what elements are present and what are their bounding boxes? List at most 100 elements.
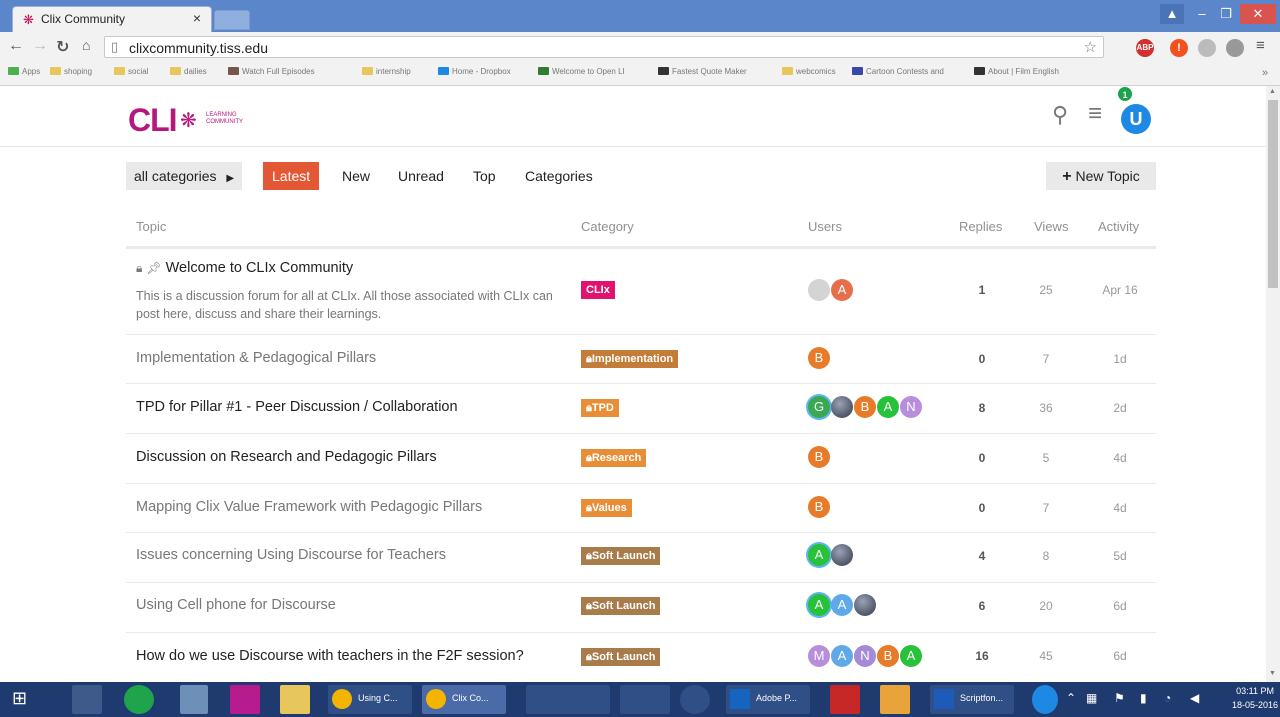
minimize-icon[interactable]: – xyxy=(1190,4,1214,24)
windows-start-icon[interactable]: ⊞ xyxy=(12,688,27,709)
topic-title[interactable]: Issues concerning Using Discourse for Te… xyxy=(136,547,446,563)
avatar[interactable]: B xyxy=(877,645,899,667)
avatar[interactable]: B xyxy=(808,347,830,369)
avatar[interactable] xyxy=(831,544,853,566)
category-badge[interactable]: CLIx xyxy=(581,281,615,299)
bookmark-link[interactable]: Welcome to Open LI xyxy=(538,67,625,76)
utorrent-icon[interactable] xyxy=(124,685,154,714)
bookmark-link[interactable]: Home - Dropbox xyxy=(438,67,511,76)
table-row[interactable]: Mapping Clix Value Framework with Pedago… xyxy=(126,484,1156,533)
reload-icon[interactable]: ↻ xyxy=(56,37,69,57)
activity-time[interactable]: 2d xyxy=(1095,401,1145,415)
avatar[interactable] xyxy=(808,279,830,301)
avatar[interactable]: A xyxy=(831,594,853,616)
avatar[interactable]: A xyxy=(900,645,922,667)
tab-new[interactable]: New xyxy=(333,162,379,190)
table-row[interactable]: How do we use Discourse with teachers in… xyxy=(126,633,1156,682)
avatar[interactable]: N xyxy=(854,645,876,667)
taskbar-chrome-active[interactable]: Clix Co... xyxy=(422,685,506,714)
col-header-activity[interactable]: Activity xyxy=(1098,219,1139,234)
tray-expand-icon[interactable]: ⌃ xyxy=(1066,691,1076,705)
scroll-down-icon[interactable]: ▼ xyxy=(1269,670,1276,677)
search-icon[interactable]: ⚲ xyxy=(1052,102,1068,128)
folder-icon[interactable] xyxy=(280,685,310,714)
new-topic-button[interactable]: + New Topic xyxy=(1046,162,1156,190)
avatar[interactable]: A xyxy=(808,544,830,566)
file-explorer-icon[interactable] xyxy=(72,685,102,714)
help-icon[interactable] xyxy=(1032,685,1058,714)
bookmark-folder[interactable]: webcomics xyxy=(782,67,836,76)
category-badge[interactable]: 🔒︎Research xyxy=(581,449,647,467)
activity-time[interactable]: 6d xyxy=(1095,649,1145,663)
category-badge[interactable]: 🔒︎Soft Launch xyxy=(581,547,661,565)
notification-badge[interactable]: 1 xyxy=(1117,86,1133,102)
category-badge[interactable]: 🔒︎Implementation xyxy=(581,350,679,368)
close-window-icon[interactable]: ✕ xyxy=(1240,4,1276,24)
adblock-icon[interactable]: ABP xyxy=(1136,39,1154,57)
drive-extension-icon[interactable] xyxy=(1198,39,1216,57)
avatar[interactable]: B xyxy=(808,446,830,468)
bookmark-folder[interactable]: social xyxy=(114,67,148,76)
topic-title[interactable]: TPD for Pillar #1 - Peer Discussion / Co… xyxy=(136,399,458,415)
col-header-category[interactable]: Category xyxy=(581,219,634,234)
hamburger-menu-icon[interactable]: ≡ xyxy=(1088,100,1102,128)
table-row[interactable]: Using Cell phone for Discourse 🔒︎Soft La… xyxy=(126,583,1156,633)
tab-unread[interactable]: Unread xyxy=(389,162,453,190)
taskbar-app[interactable] xyxy=(680,685,710,714)
address-bar[interactable]: ▯ clixcommunity.tiss.edu ☆ xyxy=(104,36,1104,58)
taskbar-app[interactable] xyxy=(880,685,910,714)
user-avatar[interactable]: U xyxy=(1121,104,1151,134)
calculator-icon[interactable] xyxy=(180,685,208,714)
bookmark-apps[interactable]: Apps xyxy=(8,67,40,76)
avatar[interactable] xyxy=(831,396,853,418)
table-row[interactable]: TPD for Pillar #1 - Peer Discussion / Co… xyxy=(126,384,1156,434)
category-badge[interactable]: 🔒︎Soft Launch xyxy=(581,597,661,615)
bookmark-folder[interactable]: dailies xyxy=(170,67,207,76)
tab-top[interactable]: Top xyxy=(464,162,505,190)
tab-close-icon[interactable]: × xyxy=(193,10,201,26)
taskbar-chrome-window[interactable]: Using C... xyxy=(328,685,412,714)
table-row[interactable]: Implementation & Pedagogical Pillars 🔒︎I… xyxy=(126,335,1156,384)
wifi-icon[interactable]: ◔ xyxy=(1164,691,1171,705)
category-badge[interactable]: 🔒︎Values xyxy=(581,499,632,517)
scroll-up-icon[interactable]: ▲ xyxy=(1269,88,1276,95)
network-icon[interactable]: ▦ xyxy=(1086,691,1097,705)
topic-title[interactable]: Using Cell phone for Discourse xyxy=(136,597,336,613)
bookmark-folder[interactable]: internship xyxy=(362,67,411,76)
avatar[interactable]: A xyxy=(831,645,853,667)
category-dropdown[interactable]: all categories ▶ xyxy=(126,162,243,190)
clix-logo[interactable]: CLI xyxy=(128,102,178,139)
chrome-menu-icon[interactable]: ≡ xyxy=(1256,37,1265,54)
activity-time[interactable]: 6d xyxy=(1095,599,1145,613)
category-badge[interactable]: 🔒︎TPD xyxy=(581,399,619,417)
avatar[interactable]: N xyxy=(900,396,922,418)
taskbar-notepad[interactable] xyxy=(526,685,610,714)
volume-icon[interactable]: ◀ xyxy=(1190,691,1199,705)
bookmark-link[interactable]: Watch Full Episodes xyxy=(228,67,315,76)
bookmark-link[interactable]: About | Film English xyxy=(974,67,1059,76)
activity-time[interactable]: 4d xyxy=(1095,451,1145,465)
back-icon[interactable]: ← xyxy=(8,37,24,55)
maximize-icon[interactable]: ❐ xyxy=(1214,4,1238,24)
activity-time[interactable]: 4d xyxy=(1095,501,1145,515)
system-clock[interactable]: 03:11 PM 18-05-2016 xyxy=(1232,684,1278,712)
taskbar-photoshop[interactable]: Adobe P... xyxy=(726,685,810,714)
topic-title[interactable]: How do we use Discourse with teachers in… xyxy=(136,648,524,664)
forward-icon[interactable]: → xyxy=(32,37,48,55)
topic-title[interactable]: Implementation & Pedagogical Pillars xyxy=(136,350,376,366)
avatar[interactable]: B xyxy=(854,396,876,418)
browser-tab[interactable]: ❋ Clix Community × xyxy=(12,6,212,32)
acrobat-icon[interactable] xyxy=(830,685,860,714)
activity-time[interactable]: 1d xyxy=(1095,352,1145,366)
table-row[interactable]: Discussion on Research and Pedagogic Pil… xyxy=(126,434,1156,484)
table-row[interactable]: 🔒︎ 📌︎ Welcome to CLIx Community This is a … xyxy=(126,249,1156,335)
bookmark-folder[interactable]: shoping xyxy=(50,67,92,76)
avatar[interactable]: M xyxy=(808,645,830,667)
topic-title[interactable]: 🔒︎ 📌︎ Welcome to CLIx Community xyxy=(136,260,353,276)
taskbar-app[interactable] xyxy=(620,685,670,714)
avatar[interactable]: A xyxy=(831,279,853,301)
table-row[interactable]: Issues concerning Using Discourse for Te… xyxy=(126,533,1156,583)
topic-title[interactable]: Discussion on Research and Pedagogic Pil… xyxy=(136,449,437,465)
avatar[interactable]: B xyxy=(808,496,830,518)
avatar[interactable]: G xyxy=(808,396,830,418)
